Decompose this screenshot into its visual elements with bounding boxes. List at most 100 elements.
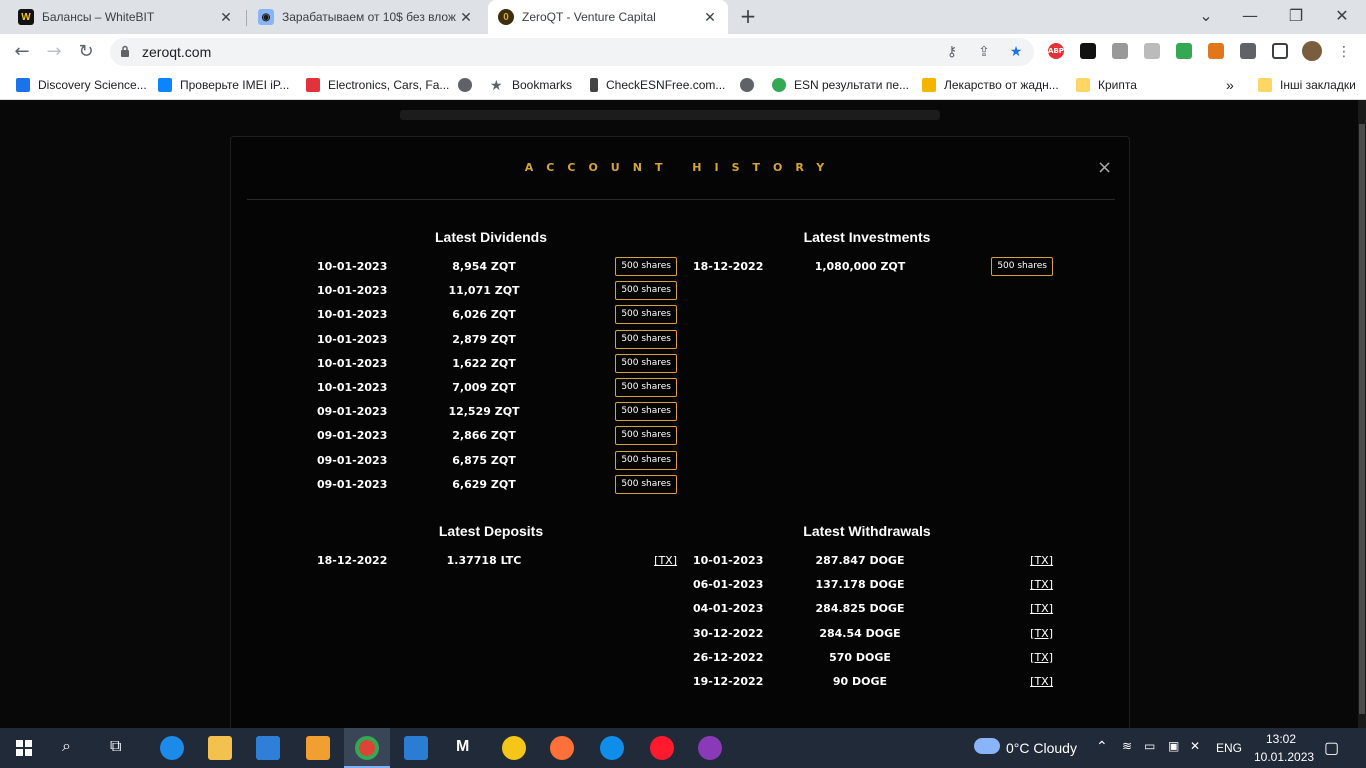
opera-icon[interactable]	[650, 736, 674, 760]
close-tab-icon[interactable]: ✕	[458, 9, 474, 26]
clock-time[interactable]: 13:02	[1266, 732, 1296, 746]
site-icon	[306, 78, 320, 92]
row-date: 18-12-2022	[317, 554, 388, 567]
history-row: 10-01-2023 6,026 ZQT 500 shares	[317, 305, 677, 325]
app-icon[interactable]	[698, 736, 722, 760]
menu-icon[interactable]: ⋮	[1336, 44, 1352, 60]
weather-text[interactable]: 0°C Cloudy	[1006, 740, 1077, 756]
file-explorer-icon[interactable]	[208, 736, 232, 760]
row-amount: 7,009 ZQT	[452, 381, 516, 394]
windows-logo-icon	[922, 78, 936, 92]
google-drive-icon[interactable]	[1176, 43, 1192, 59]
close-icon[interactable]: ×	[1097, 157, 1112, 178]
forward-icon[interactable]: →	[44, 42, 64, 62]
search-icon[interactable]: ⌕	[62, 738, 71, 756]
tx-link[interactable]: [TX]	[1030, 651, 1053, 664]
tab-zeroqt[interactable]: 0 ZeroQT - Venture Capital ✕	[488, 0, 728, 34]
tx-link[interactable]: [TX]	[1030, 627, 1053, 640]
maximize-button[interactable]: ❐	[1286, 6, 1306, 26]
battery-icon[interactable]: ▭	[1144, 739, 1155, 753]
back-icon[interactable]: ←	[12, 42, 32, 62]
notifications-icon[interactable]: ▢	[1324, 738, 1339, 758]
close-window-button[interactable]: ✕	[1332, 6, 1352, 26]
tab-earn[interactable]: ◉ Зарабатываем от 10$ без влож ✕	[248, 0, 484, 34]
row-amount: 287.847 DOGE	[815, 554, 905, 567]
speaker-muted-icon[interactable]: ✕	[1190, 739, 1200, 753]
mail-icon[interactable]	[256, 736, 280, 760]
windows-taskbar: ⌕ ⧉ M 0°C Cloudy ⌃ ≋ ▭ ▣ ✕ ENG 13:02 10.…	[0, 728, 1366, 768]
chevron-up-icon[interactable]: ⌃	[1096, 738, 1108, 755]
tab-search-icon[interactable]: ⌄	[1196, 6, 1216, 26]
bookmark-star-icon[interactable]: ★	[1008, 44, 1024, 60]
tx-link[interactable]: [TX]	[1030, 554, 1053, 567]
avatar[interactable]	[1302, 41, 1322, 61]
store-icon[interactable]	[306, 736, 330, 760]
close-tab-icon[interactable]: ✕	[218, 9, 234, 26]
side-panel-icon[interactable]	[1272, 43, 1288, 59]
tx-link[interactable]: [TX]	[1030, 675, 1053, 688]
firefox-icon[interactable]	[550, 736, 574, 760]
scrollbar[interactable]	[1358, 100, 1366, 728]
tx-link[interactable]: [TX]	[1030, 578, 1053, 591]
bookmark-label: Discovery Science...	[38, 78, 147, 92]
bookmark-item[interactable]: Лекарство от жадн...	[922, 76, 1059, 94]
adblock-icon[interactable]: ABP	[1048, 43, 1064, 59]
zeroqt-icon: 0	[498, 9, 514, 25]
page-viewport: ACCOUNT HISTORY × Latest Dividends 10-01…	[0, 100, 1358, 728]
history-row: 09-01-2023 2,866 ZQT 500 shares	[317, 426, 677, 446]
vpn-icon[interactable]	[502, 736, 526, 760]
bookmark-label: ESN результати пе...	[794, 78, 909, 92]
more-bookmarks-button[interactable]: »	[1226, 76, 1234, 94]
bookmark-item[interactable]: ESN результати пе...	[772, 76, 909, 94]
notepad-icon[interactable]	[404, 736, 428, 760]
bookmark-item[interactable]: Discovery Science...	[16, 76, 147, 94]
scrollbar-thumb[interactable]	[1359, 124, 1365, 714]
clock-date[interactable]: 10.01.2023	[1254, 750, 1314, 764]
task-view-icon[interactable]: ⧉	[110, 738, 121, 756]
teamviewer-icon[interactable]	[600, 736, 624, 760]
tx-link[interactable]: [TX]	[1030, 602, 1053, 615]
bookmark-label: Проверьте IMEI iP...	[180, 78, 290, 92]
metamask-icon[interactable]	[1208, 43, 1224, 59]
close-tab-icon[interactable]: ✕	[702, 9, 718, 26]
m-app-icon[interactable]: M	[456, 738, 469, 756]
tx-link[interactable]: [TX]	[654, 554, 677, 567]
history-row: 10-01-2023 2,879 ZQT 500 shares	[317, 329, 677, 350]
row-amount: 11,071 ZQT	[448, 284, 520, 298]
history-row: 10-01-2023 287.847 DOGE [TX]	[693, 551, 1053, 571]
minimize-button[interactable]: —	[1240, 6, 1260, 26]
row-date: 09-01-2023	[317, 429, 388, 443]
bookmark-item[interactable]	[740, 76, 762, 94]
bookmark-folder[interactable]: Крипта	[1076, 76, 1137, 94]
withdrawals-title: Latest Withdrawals	[803, 523, 931, 539]
language-indicator[interactable]: ENG	[1216, 741, 1242, 755]
shield-icon[interactable]	[1144, 43, 1160, 59]
address-bar[interactable]: zeroqt.com ⚷ ⇪ ★	[110, 38, 1034, 66]
share-icon[interactable]: ⇪	[976, 44, 992, 60]
tab-whitebit[interactable]: W Балансы – WhiteBIT ✕	[8, 0, 244, 34]
tab-title: ZeroQT - Venture Capital	[522, 10, 656, 24]
edge-icon[interactable]	[160, 736, 184, 760]
row-amount: 137.178 DOGE	[815, 578, 905, 592]
extension-icon[interactable]	[1080, 43, 1096, 59]
bookmark-item[interactable]: Проверьте IMEI iP...	[158, 76, 289, 94]
other-bookmarks-folder[interactable]: Інші закладки	[1258, 76, 1356, 94]
network-icon[interactable]: ▣	[1168, 739, 1179, 753]
bookmark-label: Інші закладки	[1280, 78, 1356, 92]
bookmark-item[interactable]	[458, 76, 480, 94]
row-amount: 1.37718 LTC	[446, 554, 522, 567]
bookmark-item[interactable]: ★ Bookmarks	[490, 76, 572, 94]
reload-icon[interactable]: ↻	[76, 42, 96, 62]
wifi-icon[interactable]: ≋	[1122, 739, 1132, 753]
windows-start-icon[interactable]	[16, 740, 32, 756]
globe-icon	[740, 78, 754, 92]
new-tab-button[interactable]: +	[738, 6, 758, 26]
bookmark-item[interactable]: CheckESNFree.com...	[590, 76, 725, 94]
puzzle-icon[interactable]	[1240, 43, 1256, 59]
key-icon[interactable]: ⚷	[944, 44, 960, 60]
extension-icon[interactable]	[1112, 43, 1128, 59]
chrome-taskbar-active[interactable]	[344, 728, 390, 768]
bookmark-item[interactable]: Electronics, Cars, Fa...	[306, 76, 449, 94]
row-amount: 2,866 ZQT	[452, 429, 516, 443]
whitebit-icon: W	[18, 9, 34, 25]
